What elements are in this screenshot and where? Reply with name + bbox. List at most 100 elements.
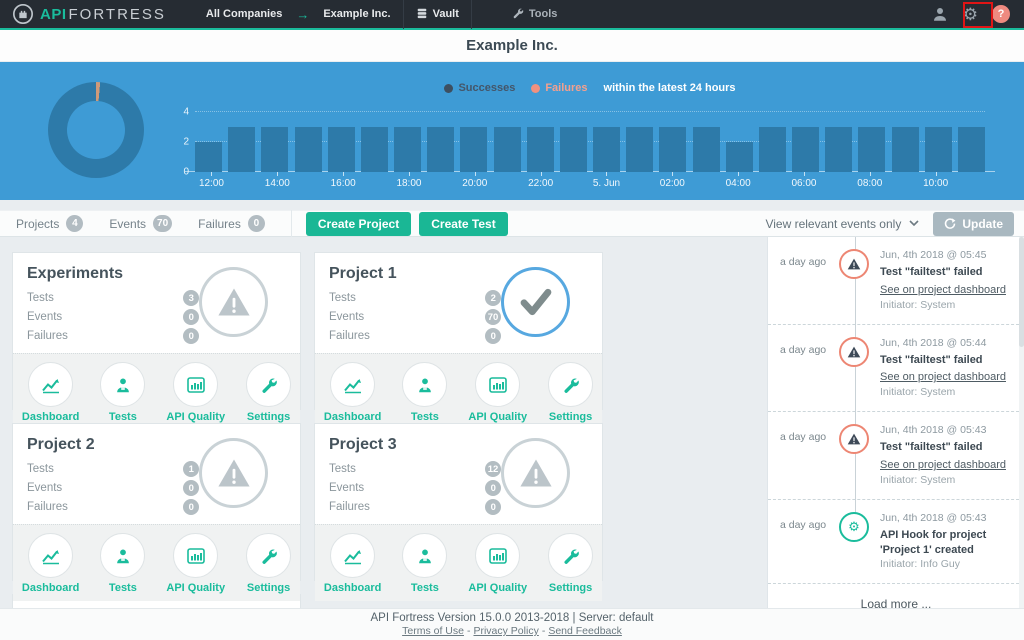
project-card-actions: Dashboard Tests [315, 524, 602, 601]
event-timestamp: Jun, 4th 2018 @ 05:45 [880, 249, 1008, 261]
nav-menu: All Companies → Example Inc. Vault [194, 0, 569, 28]
tests-button[interactable]: Tests [402, 362, 447, 423]
x-tick-label: 14:00 [265, 178, 290, 189]
success-bar [759, 127, 786, 172]
main-area: Experiments Tests 3 Events 0 Failures 0 [0, 237, 1024, 608]
nav-tools-label: Tools [529, 8, 558, 20]
success-bar [626, 127, 653, 172]
x-tick-mark [936, 172, 937, 176]
tests-stat-row: Tests 1 [27, 461, 199, 477]
toolbar-right: View relevant events only Update [765, 212, 1014, 236]
x-tick-label: 08:00 [857, 178, 882, 189]
event-item: a day ago ⚙ Jun, 4th 2018 @ 05:44 Test "… [768, 325, 1024, 413]
settings-gear-icon[interactable]: ⚙ [963, 6, 978, 23]
footer-link-send-feedback[interactable]: Send Feedback [548, 625, 622, 637]
project-card[interactable]: Experiments Tests 3 Events 0 Failures 0 [12, 252, 301, 410]
counter-label: Events [109, 217, 146, 231]
counter-label: Projects [16, 217, 59, 231]
project-card[interactable]: Project 1 Tests 2 Events 70 Failures 0 [314, 252, 603, 410]
scrollbar-thumb[interactable] [1019, 237, 1024, 347]
x-tick-label: 10:00 [923, 178, 948, 189]
event-dashboard-link[interactable]: See on project dashboard [880, 370, 1006, 385]
x-tick-mark [277, 172, 278, 176]
project-card[interactable]: Project 3 Tests 12 Events 0 Failures 0 [314, 423, 603, 581]
project-card-info: Project 2 Tests 1 Events 0 Failures 0 [27, 436, 199, 518]
success-bar [460, 127, 487, 172]
create-project-button[interactable]: Create Project [306, 212, 411, 236]
success-bar [792, 127, 819, 172]
api-quality-button[interactable]: API Quality [468, 533, 527, 594]
project-card-info: Project 3 Tests 12 Events 0 Failures 0 [329, 436, 501, 518]
tests-count-badge: 1 [183, 461, 199, 477]
nav-company[interactable]: Example Inc. [311, 0, 402, 28]
nav-all-companies[interactable]: All Companies [194, 0, 294, 28]
api-quality-button[interactable]: API Quality [468, 362, 527, 423]
tests-button[interactable]: Tests [402, 533, 447, 594]
events-filter-dropdown[interactable]: View relevant events only [765, 217, 919, 231]
success-bar [261, 127, 288, 172]
event-initiator: Initiator: System [880, 298, 1008, 314]
success-bar [527, 127, 554, 172]
y-tick-label: 4 [183, 107, 189, 118]
api-quality-label: API Quality [166, 411, 225, 423]
tests-button[interactable]: Tests [100, 533, 145, 594]
spacer [0, 200, 1024, 210]
events-label: Events [329, 311, 485, 323]
tests-label: Tests [109, 582, 137, 594]
project-card-actions: Dashboard Tests [13, 524, 300, 601]
event-item: a day ago ⚙ Jun, 4th 2018 @ 05:43 API Ho… [768, 500, 1024, 584]
failures-count-badge: 0 [183, 328, 199, 344]
help-icon[interactable]: ? [992, 5, 1010, 23]
settings-label: Settings [549, 411, 592, 423]
footer-link-privacy-policy[interactable]: Privacy Policy [473, 625, 538, 637]
settings-label: Settings [247, 411, 290, 423]
dashboard-button[interactable]: Dashboard [22, 362, 79, 423]
breadcrumb-arrow-icon: → [294, 7, 311, 22]
chart-bars [195, 112, 985, 172]
y-tick-label: 0 [183, 167, 189, 178]
dashboard-button[interactable]: Dashboard [324, 362, 381, 423]
event-dashboard-link[interactable]: See on project dashboard [880, 458, 1006, 473]
tests-button[interactable]: Tests [100, 362, 145, 423]
event-item: a day ago ⚙ Jun, 4th 2018 @ 05:43 Test "… [768, 412, 1024, 500]
sidebar-scrollbar[interactable] [1019, 237, 1024, 608]
update-button[interactable]: Update [933, 212, 1014, 236]
event-warning-triangle-icon [847, 433, 861, 445]
api-quality-bars-icon [173, 533, 218, 578]
page-title: Example Inc. [466, 37, 558, 54]
settings-button[interactable]: Settings [548, 362, 593, 423]
failures-stat-row: Failures 0 [329, 328, 501, 344]
api-quality-label: API Quality [468, 582, 527, 594]
toolbar-divider [291, 210, 292, 237]
nav-tools[interactable]: Tools [500, 0, 570, 28]
events-count-badge: 70 [485, 309, 502, 325]
x-tick-mark [672, 172, 673, 176]
tests-label: Tests [411, 411, 439, 423]
dashboard-chart-icon [28, 533, 73, 578]
api-quality-button[interactable]: API Quality [166, 533, 225, 594]
warning-triangle-icon [519, 458, 553, 488]
event-dashboard-link[interactable]: See on project dashboard [880, 283, 1006, 298]
failures-stat-row: Failures 0 [27, 328, 199, 344]
api-quality-button[interactable]: API Quality [166, 362, 225, 423]
legend-successes: Successes [444, 82, 515, 94]
events-list: a day ago ⚙ Jun, 4th 2018 @ 05:45 Test "… [768, 237, 1024, 584]
logo-text-api: API [40, 6, 67, 23]
settings-button[interactable]: Settings [548, 533, 593, 594]
dashboard-button[interactable]: Dashboard [22, 533, 79, 594]
project-card[interactable]: Project 2 Tests 1 Events 0 Failures 0 [12, 423, 301, 581]
logo-text-fortress: FORTRESS [69, 6, 166, 23]
footer-link-terms-of-use[interactable]: Terms of Use [402, 625, 464, 637]
user-icon[interactable] [931, 5, 949, 23]
load-more-button[interactable]: Load more ... [768, 584, 1024, 608]
dashboard-button[interactable]: Dashboard [324, 533, 381, 594]
nav-company-label: Example Inc. [323, 8, 390, 20]
settings-button[interactable]: Settings [246, 533, 291, 594]
nav-vault[interactable]: Vault [404, 0, 471, 28]
create-test-button[interactable]: Create Test [419, 212, 507, 236]
settings-button[interactable]: Settings [246, 362, 291, 423]
app-logo[interactable]: API FORTRESS [12, 3, 166, 25]
project-card-top: Project 2 Tests 1 Events 0 Failures 0 [13, 424, 300, 524]
event-warning-triangle-icon [847, 346, 861, 358]
chevron-down-icon [909, 220, 919, 227]
